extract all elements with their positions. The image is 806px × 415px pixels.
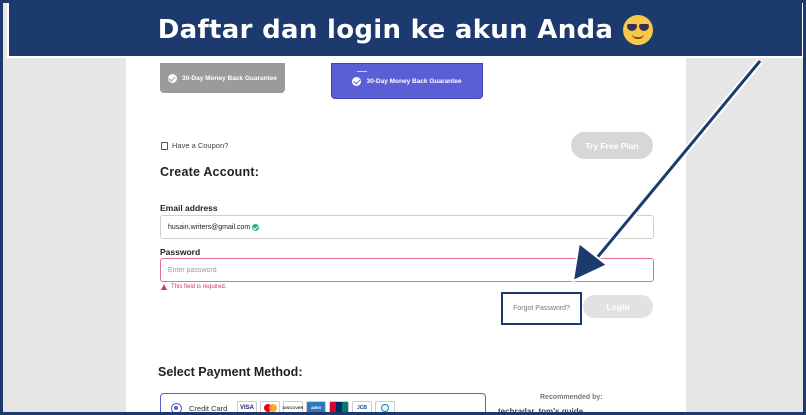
screenshot-frame: 30-Day Money Back Guarantee 30-Day Money…: [0, 0, 806, 415]
sunglasses-face-icon: [623, 14, 654, 45]
banner-title: Daftar dan login ke akun Anda: [157, 14, 614, 45]
title-banner: Daftar dan login ke akun Anda: [7, 3, 803, 58]
annotation-arrow: [571, 58, 763, 283]
arrow-shaft: [589, 60, 762, 266]
